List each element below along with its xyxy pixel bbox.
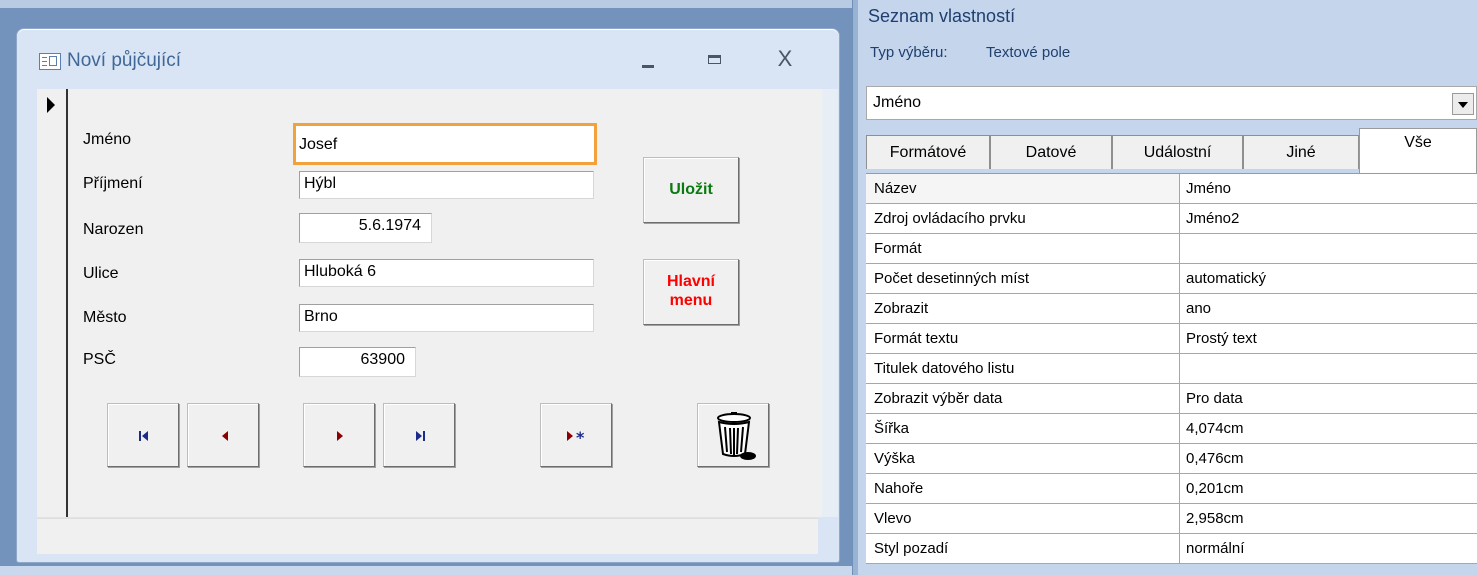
property-value[interactable]: Prostý text [1186,324,1257,353]
property-value[interactable]: Jméno2 [1186,204,1239,233]
property-name: Formát [866,234,1180,263]
property-name: Formát textu [866,324,1180,353]
property-row[interactable]: Formát [866,234,1477,264]
current-record-arrow-icon [47,97,55,113]
tab-datove[interactable]: Datové [990,135,1112,169]
minimize-button[interactable] [630,45,666,73]
access-workspace: Noví půjčující X Jméno Josef Příjmení Hý… [0,0,852,575]
property-row[interactable]: Název Jméno [866,174,1477,204]
form-footer-section [37,518,818,554]
textbox-narozen[interactable]: 5.6.1974 [299,213,432,243]
form-window: Noví půjčující X Jméno Josef Příjmení Hý… [16,28,840,563]
property-name: Zobrazit výběr data [866,384,1180,413]
main-menu-label-line2: menu [669,292,713,309]
property-value[interactable]: 4,074cm [1186,414,1244,443]
new-record-button[interactable]: * [540,403,612,467]
property-name: Zdroj ovládacího prvku [866,204,1180,233]
property-value[interactable]: ano [1186,294,1211,323]
next-record-icon [337,431,343,441]
workspace-top-band [0,0,852,8]
maximize-button[interactable] [697,45,733,73]
label-prijmeni: Příjmení [83,175,143,192]
tab-udalostni[interactable]: Událostní [1112,135,1243,169]
selection-type-label: Typ výběru: [870,44,948,61]
label-mesto: Město [83,309,127,326]
tab-formatove[interactable]: Formátové [866,135,990,169]
next-record-button[interactable] [303,403,375,467]
maximize-icon [708,55,721,64]
property-value[interactable]: Pro data [1186,384,1243,413]
delete-record-button[interactable] [697,403,769,467]
tab-vse[interactable]: Vše [1359,128,1477,173]
property-row[interactable]: Zdroj ovládacího prvku Jméno2 [866,204,1477,234]
property-name: Nahoře [866,474,1180,503]
object-selector-combo[interactable]: Jméno [866,86,1477,120]
property-tabs: Formátové Datové Událostní Jiné Vše [866,128,1477,173]
svg-text:*: * [576,428,585,446]
workspace-bottom-band [0,566,852,575]
form-right-edge [822,89,838,517]
property-name: Titulek datového listu [866,354,1180,383]
label-narozen: Narozen [83,221,144,238]
property-name: Počet desetinných míst [866,264,1180,293]
property-row[interactable]: Zobrazit výběr data Pro data [866,384,1477,414]
property-row[interactable]: Nahoře 0,201cm [866,474,1477,504]
record-selector[interactable] [37,89,68,517]
previous-record-button[interactable] [187,403,259,467]
last-record-button[interactable] [383,403,455,467]
property-name: Název [866,174,1180,203]
property-name: Vlevo [866,504,1180,533]
first-record-button[interactable] [107,403,179,467]
property-sheet: Seznam vlastností Typ výběru: Textové po… [858,0,1477,575]
last-record-icon [416,431,425,441]
tab-jine[interactable]: Jiné [1243,135,1359,169]
chevron-down-icon [1458,102,1468,108]
dropdown-arrow-button[interactable] [1452,93,1474,115]
trash-icon [717,412,756,460]
property-name: Šířka [866,414,1180,443]
form-titlebar[interactable]: Noví půjčující X [17,29,839,89]
property-sheet-title: Seznam vlastností [868,6,1016,26]
selection-type-value: Textové pole [986,44,1071,61]
property-value[interactable]: 2,958cm [1186,504,1244,533]
save-button[interactable]: Uložit [643,157,739,223]
object-selector-value: Jméno [873,94,922,111]
main-menu-button[interactable]: Hlavní menu [643,259,739,325]
minimize-icon [642,65,654,68]
property-value[interactable]: Jméno [1186,174,1231,203]
property-name: Zobrazit [866,294,1180,323]
property-row[interactable]: Formát textu Prostý text [866,324,1477,354]
label-jmeno: Jméno [83,131,132,148]
property-row[interactable]: Zobrazit ano [866,294,1477,324]
property-row[interactable]: Styl pozadí normální [866,534,1477,564]
property-row[interactable]: Výška 0,476cm [866,444,1477,474]
first-record-icon [139,431,148,441]
property-row[interactable]: Šířka 4,074cm [866,414,1477,444]
property-row[interactable]: Počet desetinných míst automatický [866,264,1477,294]
property-value[interactable]: 0,476cm [1186,444,1244,473]
form-icon [39,53,61,70]
new-record-icon: * [567,428,585,446]
textbox-psc[interactable]: 63900 [299,347,416,377]
textbox-ulice[interactable]: Hluboká 6 [299,259,594,287]
textbox-mesto[interactable]: Brno [299,304,594,332]
property-row[interactable]: Vlevo 2,958cm [866,504,1477,534]
property-row[interactable]: Titulek datového listu [866,354,1477,384]
form-title: Noví půjčující [67,50,182,71]
label-psc: PSČ [83,351,116,368]
textbox-prijmeni[interactable]: Hýbl [299,171,594,199]
form-detail-section: Jméno Josef Příjmení Hýbl Narozen 5.6.19… [37,89,838,517]
property-name: Styl pozadí [866,534,1180,563]
previous-record-icon [222,431,228,441]
property-value[interactable]: 0,201cm [1186,474,1244,503]
close-button[interactable]: X [767,45,803,73]
textbox-jmeno[interactable]: Josef [293,123,597,165]
property-value[interactable]: automatický [1186,264,1266,293]
label-ulice: Ulice [83,265,119,282]
property-name: Výška [866,444,1180,473]
property-value[interactable]: normální [1186,534,1244,563]
property-grid: Název Jméno Zdroj ovládacího prvku Jméno2 … [866,173,1477,564]
main-menu-label-line1: Hlavní [666,273,715,290]
